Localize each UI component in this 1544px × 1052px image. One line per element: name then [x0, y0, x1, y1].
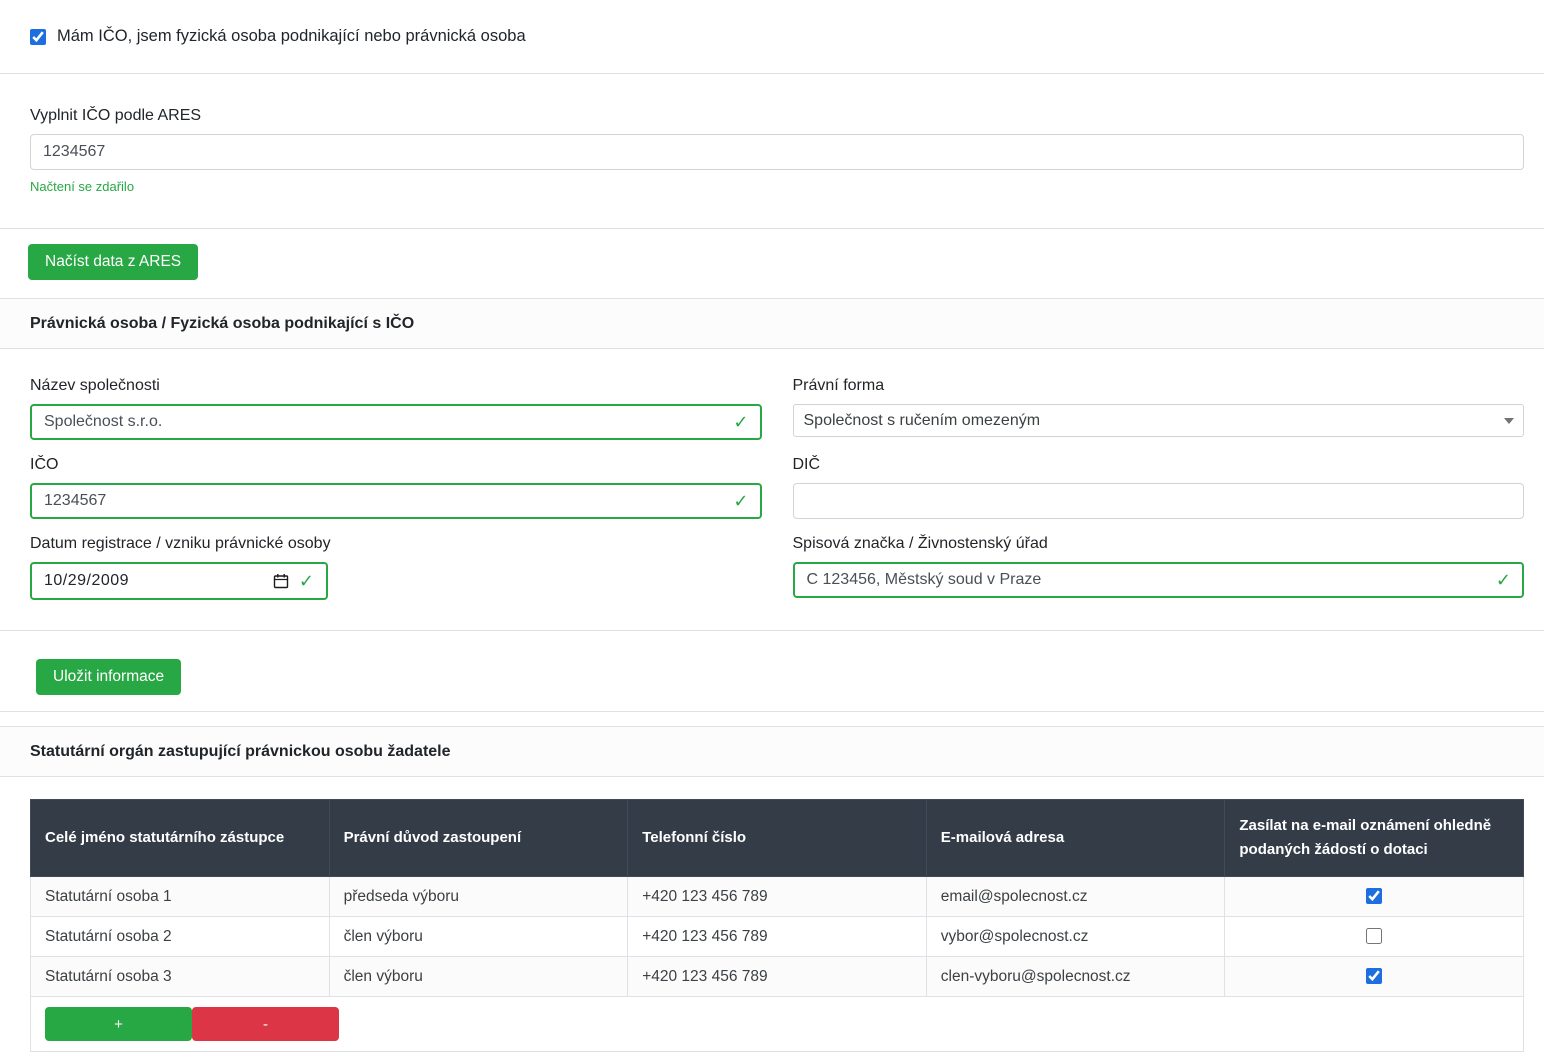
- table-row: Statutární osoba 1 předseda výboru +420 …: [31, 877, 1524, 917]
- table-header-name: Celé jméno statutárního zástupce: [31, 800, 330, 877]
- registration-date-input[interactable]: 10/29/2009 ✓: [30, 562, 328, 600]
- registration-date-field: Datum registrace / vzniku právnické osob…: [30, 535, 762, 600]
- file-number-input[interactable]: [793, 562, 1525, 598]
- company-section-title: Právnická osoba / Fyzická osoba podnikaj…: [0, 299, 1544, 349]
- legal-form-field: Právní forma Společnost s ručením omezen…: [793, 377, 1525, 440]
- calendar-icon[interactable]: [273, 573, 289, 589]
- cell-phone: +420 123 456 789: [628, 957, 927, 997]
- table-actions-row: + -: [31, 997, 1524, 1052]
- ico-label: IČO: [30, 456, 762, 474]
- cell-email: clen-vyboru@spolecnost.cz: [926, 957, 1225, 997]
- table-row: Statutární osoba 2 člen výboru +420 123 …: [31, 917, 1524, 957]
- statutory-table-wrap: Celé jméno statutárního zástupce Právní …: [0, 777, 1544, 1052]
- legal-form-label: Právní forma: [793, 377, 1525, 395]
- ico-input[interactable]: [30, 483, 762, 519]
- add-row-button[interactable]: +: [45, 1007, 192, 1041]
- ares-button-section: Načíst data z ARES: [0, 229, 1544, 299]
- notify-checkbox[interactable]: [1366, 968, 1382, 984]
- have-ico-checkbox[interactable]: [30, 29, 46, 45]
- cell-email: email@spolecnost.cz: [926, 877, 1225, 917]
- company-name-field: Název společnosti ✓: [30, 377, 762, 440]
- company-name-input[interactable]: [30, 404, 762, 440]
- table-header-row: Celé jméno statutárního zástupce Právní …: [31, 800, 1524, 877]
- legal-form-select[interactable]: Společnost s ručením omezeným: [793, 404, 1525, 437]
- cell-reason: předseda výboru: [329, 877, 628, 917]
- cell-reason: člen výboru: [329, 917, 628, 957]
- company-name-label: Název společnosti: [30, 377, 762, 395]
- have-ico-label[interactable]: Mám IČO, jsem fyzická osoba podnikající …: [57, 27, 526, 46]
- cell-name: Statutární osoba 3: [31, 957, 330, 997]
- notify-checkbox[interactable]: [1366, 928, 1382, 944]
- cell-email: vybor@spolecnost.cz: [926, 917, 1225, 957]
- load-ares-button[interactable]: Načíst data z ARES: [28, 244, 198, 280]
- ares-status-text: Načtení se zdařilo: [30, 179, 1524, 194]
- valid-check-icon: ✓: [299, 572, 314, 590]
- cell-name: Statutární osoba 2: [31, 917, 330, 957]
- dic-input[interactable]: [793, 483, 1525, 519]
- ico-field: IČO ✓: [30, 456, 762, 519]
- file-number-field: Spisová značka / Živnostenský úřad ✓: [793, 535, 1525, 600]
- remove-row-button[interactable]: -: [192, 1007, 339, 1041]
- cell-phone: +420 123 456 789: [628, 877, 927, 917]
- ares-lookup-section: Vyplnit IČO podle ARES Načtení se zdařil…: [0, 74, 1544, 229]
- save-info-button[interactable]: Uložit informace: [36, 659, 181, 695]
- table-header-notify: Zasílat na e-mail oznámení ohledně podan…: [1225, 800, 1524, 877]
- file-number-label: Spisová značka / Živnostenský úřad: [793, 535, 1525, 553]
- dic-label: DIČ: [793, 456, 1525, 474]
- ares-ico-label: Vyplnit IČO podle ARES: [30, 107, 1524, 125]
- company-form-section: Název společnosti ✓ Právní forma Společn…: [0, 349, 1544, 631]
- cell-reason: člen výboru: [329, 957, 628, 997]
- table-header-reason: Právní důvod zastoupení: [329, 800, 628, 877]
- cell-name: Statutární osoba 1: [31, 877, 330, 917]
- have-ico-section: Mám IČO, jsem fyzická osoba podnikající …: [0, 0, 1544, 74]
- section-gap: [0, 712, 1544, 726]
- ares-ico-input[interactable]: [30, 134, 1524, 170]
- cell-phone: +420 123 456 789: [628, 917, 927, 957]
- statutory-section-title: Statutární orgán zastupující právnickou …: [0, 726, 1544, 777]
- notify-checkbox[interactable]: [1366, 888, 1382, 904]
- save-section: Uložit informace: [0, 631, 1544, 712]
- registration-date-label: Datum registrace / vzniku právnické osob…: [30, 535, 762, 553]
- dic-field: DIČ: [793, 456, 1525, 519]
- table-header-phone: Telefonní číslo: [628, 800, 927, 877]
- table-header-email: E-mailová adresa: [926, 800, 1225, 877]
- statutory-table: Celé jméno statutárního zástupce Právní …: [30, 799, 1524, 1052]
- registration-date-value[interactable]: 10/29/2009: [44, 572, 263, 590]
- table-row: Statutární osoba 3 člen výboru +420 123 …: [31, 957, 1524, 997]
